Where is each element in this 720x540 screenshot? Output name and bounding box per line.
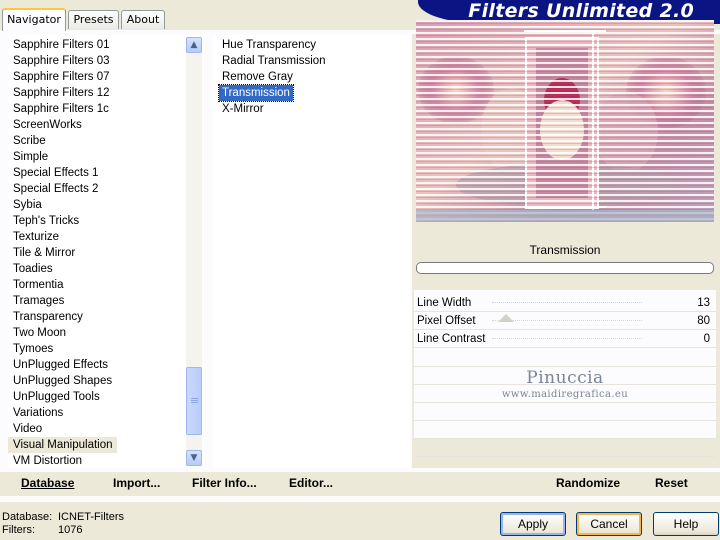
help-button-label: Help (673, 517, 699, 531)
grip-line (191, 400, 198, 401)
database-button-label: Database (21, 476, 75, 490)
param-divider (414, 456, 716, 457)
filters-info: Filters: 1076 (2, 524, 82, 537)
filter-item[interactable]: Hue Transparency (219, 37, 319, 53)
watermark-text: Pinuccia (526, 368, 604, 388)
param-slider-track[interactable] (492, 302, 642, 303)
category-item[interactable]: Special Effects 2 (8, 181, 102, 197)
database-info-label: Database: (2, 511, 53, 523)
category-scrollbar[interactable]: ▲ ▼ (186, 37, 202, 466)
category-item[interactable]: Scribe (8, 133, 50, 149)
grip-line (191, 402, 198, 403)
randomize-button[interactable]: Randomize (556, 474, 620, 492)
database-button[interactable]: Database (21, 474, 74, 492)
database-info-value: ICNET-Filters (58, 511, 124, 523)
apply-button-label: Apply (517, 517, 549, 531)
filter-list[interactable]: Hue Transparency Radial Transmission Remov… (213, 35, 410, 468)
preview-image (416, 20, 714, 222)
editor-button[interactable]: Editor... (289, 474, 333, 492)
app-title: Filters Unlimited 2.0 (468, 0, 694, 22)
param-value-line-width[interactable]: 13 (697, 295, 710, 311)
param-slider-track[interactable] (492, 338, 642, 339)
cancel-button-label: Cancel (590, 517, 628, 531)
filter-item[interactable]: Radial Transmission (219, 53, 329, 69)
category-item[interactable]: Two Moon (8, 325, 70, 341)
param-divider (414, 438, 716, 439)
category-item[interactable]: Toadies (8, 261, 57, 277)
filters-info-label: Filters: (2, 524, 35, 536)
filters-info-value: 1076 (58, 524, 83, 536)
help-button[interactable]: Help (653, 512, 719, 536)
category-item[interactable]: Tymoes (8, 341, 57, 357)
category-item[interactable]: Special Effects 1 (8, 165, 102, 181)
filter-progress-bar (416, 262, 714, 274)
category-item[interactable]: Sybia (8, 197, 46, 213)
reset-button-label: Reset (655, 476, 688, 490)
param-value-line-contrast[interactable]: 0 (704, 331, 710, 347)
tab-presets[interactable]: Presets (68, 10, 119, 29)
filter-info-button-label: Filter Info... (192, 476, 257, 490)
category-list[interactable]: Sapphire Filters 01 Sapphire Filters 03 Sa… (8, 35, 204, 468)
category-item[interactable]: Variations (8, 405, 67, 421)
scroll-thumb[interactable] (186, 367, 202, 435)
tab-about[interactable]: About (121, 10, 165, 29)
category-item[interactable]: VM Distortion (8, 453, 86, 468)
param-label-pixel-offset: Pixel Offset (417, 315, 476, 327)
chevron-up-icon: ▲ (190, 40, 198, 50)
filter-name-label: Transmission (529, 243, 601, 257)
scroll-down-button[interactable]: ▼ (186, 450, 202, 466)
param-label-line-width: Line Width (417, 297, 472, 309)
category-item[interactable]: UnPlugged Effects (8, 357, 112, 373)
param-row-pixel-offset[interactable]: Pixel Offset 80 (414, 312, 716, 330)
category-item[interactable]: Teph's Tricks (8, 213, 83, 229)
chevron-down-icon: ▼ (190, 453, 198, 463)
category-item[interactable]: Sapphire Filters 03 (8, 53, 114, 69)
reset-button[interactable]: Reset (655, 474, 688, 492)
category-item[interactable]: Sapphire Filters 07 (8, 69, 114, 85)
category-item[interactable]: Tormentia (8, 277, 68, 293)
import-button[interactable]: Import... (113, 474, 160, 492)
category-item[interactable]: ScreenWorks (8, 117, 86, 133)
database-info: Database: ICNET-Filters (2, 511, 124, 524)
category-item[interactable]: Tramages (8, 293, 68, 309)
param-label-line-contrast: Line Contrast (417, 333, 486, 345)
apply-button[interactable]: Apply (500, 512, 566, 536)
slider-thumb-icon[interactable] (498, 314, 514, 322)
import-button-label: Import... (113, 476, 161, 490)
category-item[interactable]: Simple (8, 149, 52, 165)
param-divider (414, 420, 716, 421)
preview-artwork (416, 20, 714, 222)
category-item[interactable]: Transparency (8, 309, 87, 325)
grip-line (191, 398, 198, 399)
category-item[interactable]: Sapphire Filters 12 (8, 85, 114, 101)
category-item[interactable]: Visual Manipulation (8, 437, 117, 453)
param-divider (414, 402, 716, 403)
category-item[interactable]: Texturize (8, 229, 63, 245)
filter-item[interactable]: Remove Gray (219, 69, 296, 85)
tab-navigator[interactable]: Navigator (2, 8, 66, 31)
category-item[interactable]: Sapphire Filters 01 (8, 37, 114, 53)
category-item[interactable]: Video (8, 421, 46, 437)
category-item[interactable]: Tile & Mirror (8, 245, 79, 261)
filter-info-button[interactable]: Filter Info... (192, 474, 257, 492)
scroll-up-button[interactable]: ▲ (186, 37, 202, 53)
param-row-line-contrast[interactable]: Line Contrast 0 (414, 330, 716, 348)
randomize-button-label: Randomize (556, 476, 621, 490)
param-row-line-width[interactable]: Line Width 13 (414, 294, 716, 312)
param-value-pixel-offset[interactable]: 80 (697, 313, 710, 329)
param-divider (414, 366, 716, 367)
filter-item[interactable]: Transmission (218, 84, 294, 102)
watermark-url: www.maidiregrafica.eu (501, 389, 629, 400)
category-item[interactable]: UnPlugged Tools (8, 389, 104, 405)
filter-item[interactable]: X-Mirror (219, 101, 267, 117)
category-item[interactable]: Sapphire Filters 1c (8, 101, 113, 117)
category-item[interactable]: UnPlugged Shapes (8, 373, 116, 389)
editor-button-label: Editor... (289, 476, 334, 490)
param-slider-track[interactable] (492, 320, 642, 321)
cancel-button[interactable]: Cancel (576, 512, 642, 536)
